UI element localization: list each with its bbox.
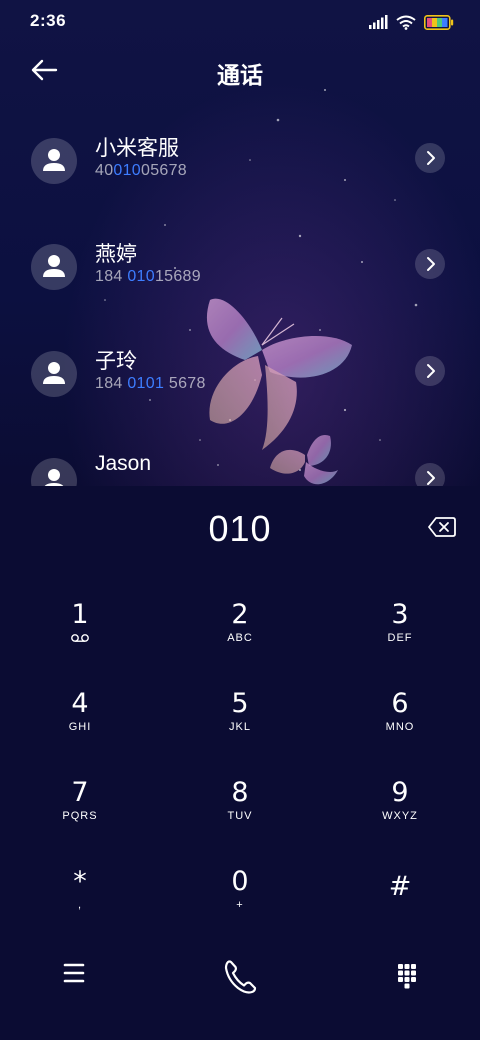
contact-item[interactable]: 子玲 184 0101 5678 xyxy=(0,345,480,425)
menu-icon xyxy=(63,963,85,983)
avatar xyxy=(31,351,77,397)
status-icons xyxy=(368,12,454,32)
menu-button[interactable] xyxy=(50,949,98,997)
contact-details-button[interactable] xyxy=(415,249,445,279)
key-digit: 7 xyxy=(71,777,89,808)
key-8[interactable]: 8 TUV xyxy=(180,778,300,852)
key-digit: 2 xyxy=(231,599,249,630)
key-7[interactable]: 7 PQRS xyxy=(20,778,140,852)
key-star[interactable]: * , xyxy=(20,867,140,941)
person-icon xyxy=(43,149,65,171)
contact-number: 184 0101 5678 xyxy=(95,375,206,392)
wifi-icon xyxy=(396,15,416,30)
keypad-toggle-button[interactable] xyxy=(383,950,431,998)
key-digit: 0 xyxy=(231,866,249,897)
key-1[interactable]: 1 xyxy=(20,600,140,674)
key-digit: * xyxy=(73,866,87,897)
key-9[interactable]: 9 WXYZ xyxy=(340,778,460,852)
page-title: 通话 xyxy=(217,62,263,88)
key-3[interactable]: 3 DEF xyxy=(340,600,460,674)
battery-icon xyxy=(424,14,454,30)
key-digit: 8 xyxy=(231,777,249,808)
signal-icon xyxy=(369,15,388,29)
contact-number: 4001005678 xyxy=(95,162,188,179)
key-digit: 1 xyxy=(71,599,89,630)
header: 通话 xyxy=(0,44,480,96)
key-4[interactable]: 4 GHI xyxy=(20,689,140,763)
status-time: 2:36 xyxy=(30,11,67,30)
avatar xyxy=(31,244,77,290)
key-digit: 4 xyxy=(71,688,89,719)
key-letters: DEF xyxy=(387,632,413,644)
contact-name: 子玲 xyxy=(95,350,137,373)
key-letters: MNO xyxy=(385,721,415,733)
key-digit: 6 xyxy=(391,688,409,719)
key-digit: 5 xyxy=(231,688,249,719)
contact-name: Jason xyxy=(95,452,152,475)
key-letters: + xyxy=(236,899,244,911)
person-icon xyxy=(43,255,65,277)
key-hash[interactable]: # xyxy=(340,872,460,946)
key-letters: TUV xyxy=(227,810,253,822)
keypad-icon xyxy=(398,964,416,989)
chevron-right-icon xyxy=(427,151,435,165)
key-letters: JKL xyxy=(229,721,251,733)
key-digit: 9 xyxy=(391,777,409,808)
key-digit: # xyxy=(388,871,412,902)
contact-name: 小米客服 xyxy=(95,137,179,160)
backspace-icon xyxy=(428,517,456,537)
key-5[interactable]: 5 JKL xyxy=(180,689,300,763)
chevron-right-icon xyxy=(427,257,435,271)
contact-item[interactable]: 燕婷 184 01015689 xyxy=(0,238,480,318)
contact-number: 184 01015689 xyxy=(95,268,201,285)
key-0[interactable]: 0 + xyxy=(180,867,300,941)
key-letters: , xyxy=(77,899,83,911)
phone-icon xyxy=(224,960,257,994)
contact-details-button[interactable] xyxy=(415,143,445,173)
dialed-number: 010 xyxy=(208,508,272,549)
key-letters: ABC xyxy=(227,632,253,644)
key-letters: GHI xyxy=(68,721,92,733)
dialer-panel: 010 1 2 ABC 3 DEF 4 GHI 5 JKL 6 MNO 7 PQ… xyxy=(0,486,480,1040)
key-letters: WXYZ xyxy=(382,810,418,822)
avatar xyxy=(31,138,77,184)
key-letters: PQRS xyxy=(62,810,98,822)
status-bar: 2:36 xyxy=(0,0,480,44)
person-icon xyxy=(43,362,65,384)
call-button[interactable] xyxy=(216,952,264,1000)
key-6[interactable]: 6 MNO xyxy=(340,689,460,763)
contact-details-button[interactable] xyxy=(415,356,445,386)
key-2[interactable]: 2 ABC xyxy=(180,600,300,674)
chevron-right-icon xyxy=(427,364,435,378)
backspace-button[interactable] xyxy=(428,516,456,538)
contact-item[interactable]: 小米客服 4001005678 xyxy=(0,132,480,212)
key-digit: 3 xyxy=(391,599,409,630)
contact-name: 燕婷 xyxy=(95,243,137,266)
voicemail-icon xyxy=(71,634,89,642)
